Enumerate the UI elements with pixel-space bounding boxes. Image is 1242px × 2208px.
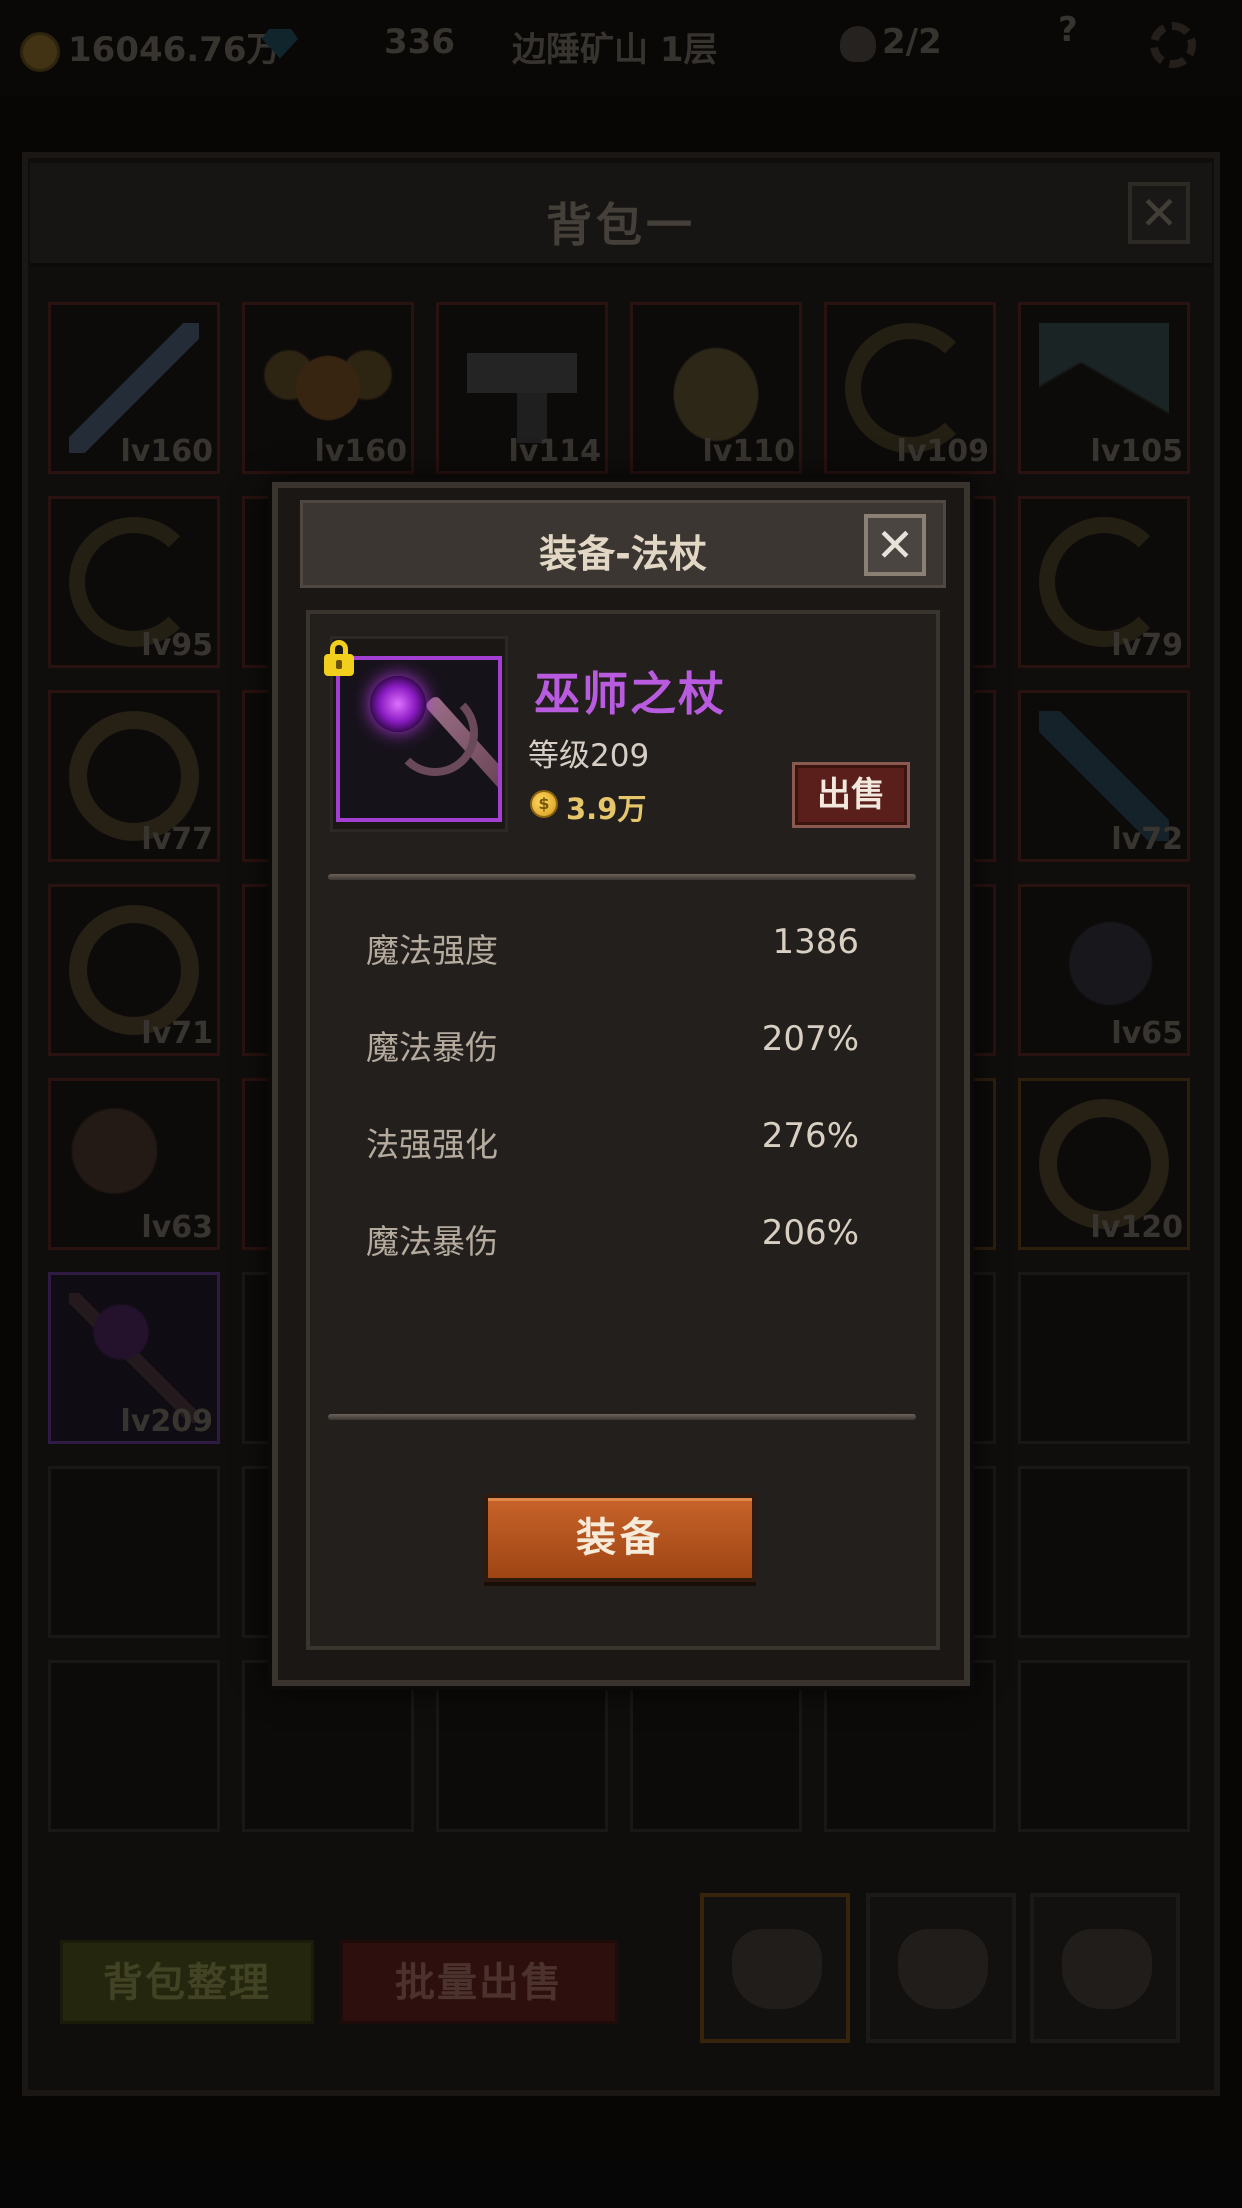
item-price: 3.9万	[566, 792, 647, 826]
stat-value: 207%	[761, 1019, 859, 1059]
dialog-header: 装备-法杖	[300, 500, 946, 588]
stat-label: 魔法强度	[366, 931, 498, 970]
stat-label: 魔法暴伤	[366, 1028, 498, 1067]
lock-icon[interactable]	[324, 640, 354, 676]
dialog-title: 装备-法杖	[539, 532, 707, 576]
item-icon	[336, 656, 502, 822]
divider	[328, 874, 916, 880]
gold-coin-icon: $	[530, 790, 558, 818]
stat-value: 206%	[761, 1213, 859, 1253]
stat-label: 法强强化	[366, 1125, 498, 1164]
wizard-staff-icon	[370, 676, 426, 732]
stat-value: 1386	[772, 922, 859, 962]
stat-label: 魔法暴伤	[366, 1222, 498, 1261]
divider	[328, 1414, 916, 1420]
sell-button[interactable]: 出售	[792, 762, 910, 828]
stat-value: 276%	[761, 1116, 859, 1156]
item-name: 巫师之杖	[534, 667, 726, 721]
dialog-close-button[interactable]: ✕	[864, 514, 926, 576]
item-level: 等级209	[528, 738, 650, 774]
equip-button[interactable]: 装备	[484, 1494, 756, 1582]
